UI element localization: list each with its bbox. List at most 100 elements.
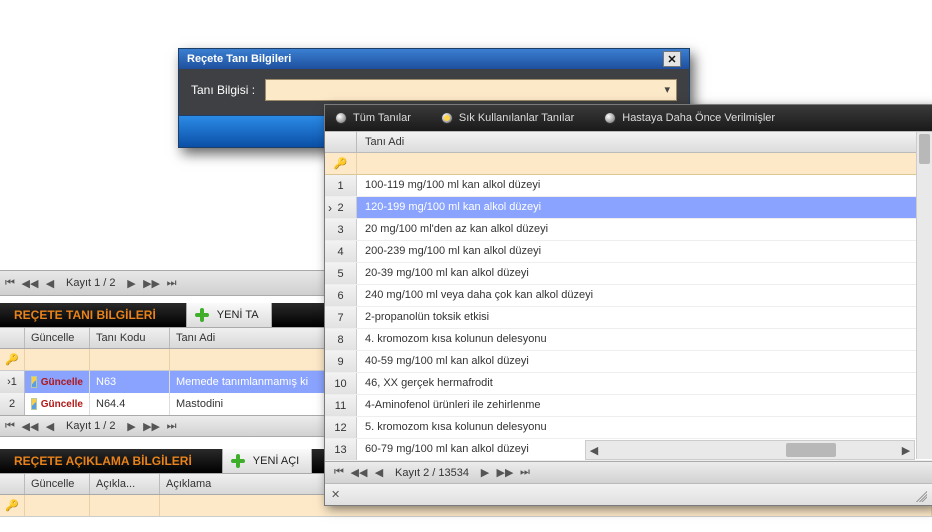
dropdown-row-label: 200-239 mg/100 ml kan alkol düzeyi [357,241,932,262]
tani-filter-guncelle[interactable] [25,349,90,370]
dropdown-row-label: 20 mg/100 ml'den az kan alkol düzeyi [357,219,932,240]
pager-next-icon[interactable]: ▶ [476,464,494,482]
close-icon[interactable]: ✕ [663,51,681,67]
edit-icon [31,376,37,388]
dropdown-row-index: 5 [325,263,357,284]
dropdown-header-name: Tanı Adi [357,132,932,152]
horizontal-scrollbar[interactable]: ◀ ▶ [585,440,915,460]
dropdown-row-index: 10 [325,373,357,394]
radio-icon [604,112,616,124]
scroll-thumb[interactable] [919,134,930,164]
dropdown-row-label: 5. kromozom kısa kolunun delesyonu [357,417,932,438]
dropdown-row-label: 240 mg/100 ml veya daha çok kan alkol dü… [357,285,932,306]
vertical-scrollbar[interactable] [916,132,932,459]
dropdown-row[interactable]: 1100-119 mg/100 ml kan alkol düzeyi [325,175,932,197]
dropdown-row-index: 3 [325,219,357,240]
radio-all-tanilar[interactable]: Tüm Tanılar [335,112,411,124]
dropdown-row[interactable]: 114-Aminofenol ürünleri ile zehirlenme [325,395,932,417]
scroll-left-icon[interactable]: ◀ [586,444,602,457]
aciklama-header-guncelle: Güncelle [25,474,90,494]
pager-last-icon[interactable]: ⏭ [163,274,181,292]
pager-first-icon[interactable]: ⏮ [1,417,19,435]
pager-first-icon[interactable]: ⏮ [1,274,19,292]
dropdown-row-index: 9 [325,351,357,372]
dropdown-row[interactable]: 125. kromozom kısa kolunun delesyonu [325,417,932,439]
pager-prevpage-icon[interactable]: ◀◀ [350,464,368,482]
dropdown-row[interactable]: 6240 mg/100 ml veya daha çok kan alkol d… [325,285,932,307]
add-aciklama-button[interactable]: YENİ AÇI [222,449,312,473]
tani-header-idx [0,328,25,348]
pager-nextpage-icon[interactable]: ▶▶ [496,464,514,482]
pager-text: Kayıt 1 / 2 [66,277,116,289]
tani-combo[interactable] [265,79,677,101]
add-tani-button-label: YENİ TA [217,309,259,321]
dropdown-row-index: 12 [325,417,357,438]
dropdown-pager: ⏮ ◀◀ ◀ Kayıt 2 / 13534 ▶ ▶▶ ⏭ ◀ ▶ [325,461,932,483]
pager-last-icon[interactable]: ⏭ [516,464,534,482]
section-aciklama-title: REÇETE AÇIKLAMA BİLGİLERİ [4,452,202,470]
pager-prev-icon[interactable]: ◀ [41,417,59,435]
dropdown-row-label: 4-Aminofenol ürünleri ile zehirlenme [357,395,932,416]
plus-icon [193,306,211,324]
dropdown-row-index: 4 [325,241,357,262]
dropdown-row-index: 7 [325,307,357,328]
dropdown-row[interactable]: 320 mg/100 ml'den az kan alkol düzeyi [325,219,932,241]
dropdown-row-index: 11 [325,395,357,416]
scroll-thumb[interactable] [786,443,836,457]
tani-header-guncelle: Güncelle [25,328,90,348]
modal-title-text: Reçete Tanı Bilgileri [187,53,291,65]
pager-prevpage-icon[interactable]: ◀◀ [21,417,39,435]
row-indicator: › 1 [0,371,25,393]
modal-title-bar: Reçete Tanı Bilgileri ✕ [179,49,689,69]
pager-text: Kayıt 1 / 2 [66,420,116,432]
pager-last-icon[interactable]: ⏭ [163,417,181,435]
radio-hastaya-onceki[interactable]: Hastaya Daha Önce Verilmişler [604,112,775,124]
dropdown-row[interactable]: 72-propanolün toksik etkisi [325,307,932,329]
guncelle-link[interactable]: Güncelle [25,371,90,393]
dropdown-row[interactable]: 520-39 mg/100 ml kan alkol düzeyi [325,263,932,285]
pager-text: Kayıt 2 / 13534 [395,467,469,479]
tani-filter-kodu[interactable] [90,349,170,370]
tani-dropdown-panel: Tüm Tanılar Sık Kullanılanlar Tanılar Ha… [324,104,932,506]
close-icon[interactable]: ✕ [331,488,340,501]
pager-first-icon[interactable]: ⏮ [330,464,348,482]
modal-field-label: Tanı Bilgisi : [191,83,255,97]
radio-sik-kullanilanlar[interactable]: Sık Kullanılanlar Tanılar [441,112,574,124]
dropdown-status-bar: ✕ [325,483,932,505]
dropdown-row-label: 20-39 mg/100 ml kan alkol düzeyi [357,263,932,284]
pager-next-icon[interactable]: ▶ [123,417,141,435]
tani-kodu-cell: N63 [90,371,170,393]
aciklama-header-short: Açıkla... [90,474,160,494]
filter-icon[interactable]: 🔑 [0,349,25,370]
dropdown-row[interactable]: 2120-199 mg/100 ml kan alkol düzeyi [325,197,932,219]
dropdown-grid-header: Tanı Adi [325,131,932,153]
pager-prevpage-icon[interactable]: ◀◀ [21,274,39,292]
dropdown-row[interactable]: 1046, XX gerçek hermafrodit [325,373,932,395]
dropdown-row[interactable]: 940-59 mg/100 ml kan alkol düzeyi [325,351,932,373]
dropdown-filter-input[interactable] [357,153,932,174]
pager-prev-icon[interactable]: ◀ [370,464,388,482]
pager-next-icon[interactable]: ▶ [123,274,141,292]
dropdown-rows: 1100-119 mg/100 ml kan alkol düzeyi2120-… [325,175,932,461]
plus-icon [229,452,247,470]
tani-header-kodu: Tanı Kodu [90,328,170,348]
guncelle-link[interactable]: Güncelle [25,393,90,415]
add-aciklama-button-label: YENİ AÇI [253,455,299,467]
dropdown-row-label: 120-199 mg/100 ml kan alkol düzeyi [357,197,932,218]
scroll-right-icon[interactable]: ▶ [898,444,914,457]
resize-grip-icon[interactable] [913,488,927,502]
radio-icon [441,112,453,124]
dropdown-row-label: 46, XX gerçek hermafrodit [357,373,932,394]
pager-prev-icon[interactable]: ◀ [41,274,59,292]
dropdown-row-label: 4. kromozom kısa kolunun delesyonu [357,329,932,350]
dropdown-row[interactable]: 4200-239 mg/100 ml kan alkol düzeyi [325,241,932,263]
dropdown-row-index: 2 [325,197,357,218]
dropdown-row-index: 8 [325,329,357,350]
dropdown-row-index: 1 [325,175,357,196]
add-tani-button[interactable]: YENİ TA [186,303,272,327]
filter-icon[interactable]: 🔑 [325,153,357,174]
pager-nextpage-icon[interactable]: ▶▶ [143,417,161,435]
dropdown-row[interactable]: 84. kromozom kısa kolunun delesyonu [325,329,932,351]
pager-nextpage-icon[interactable]: ▶▶ [143,274,161,292]
filter-icon[interactable]: 🔑 [0,495,25,516]
